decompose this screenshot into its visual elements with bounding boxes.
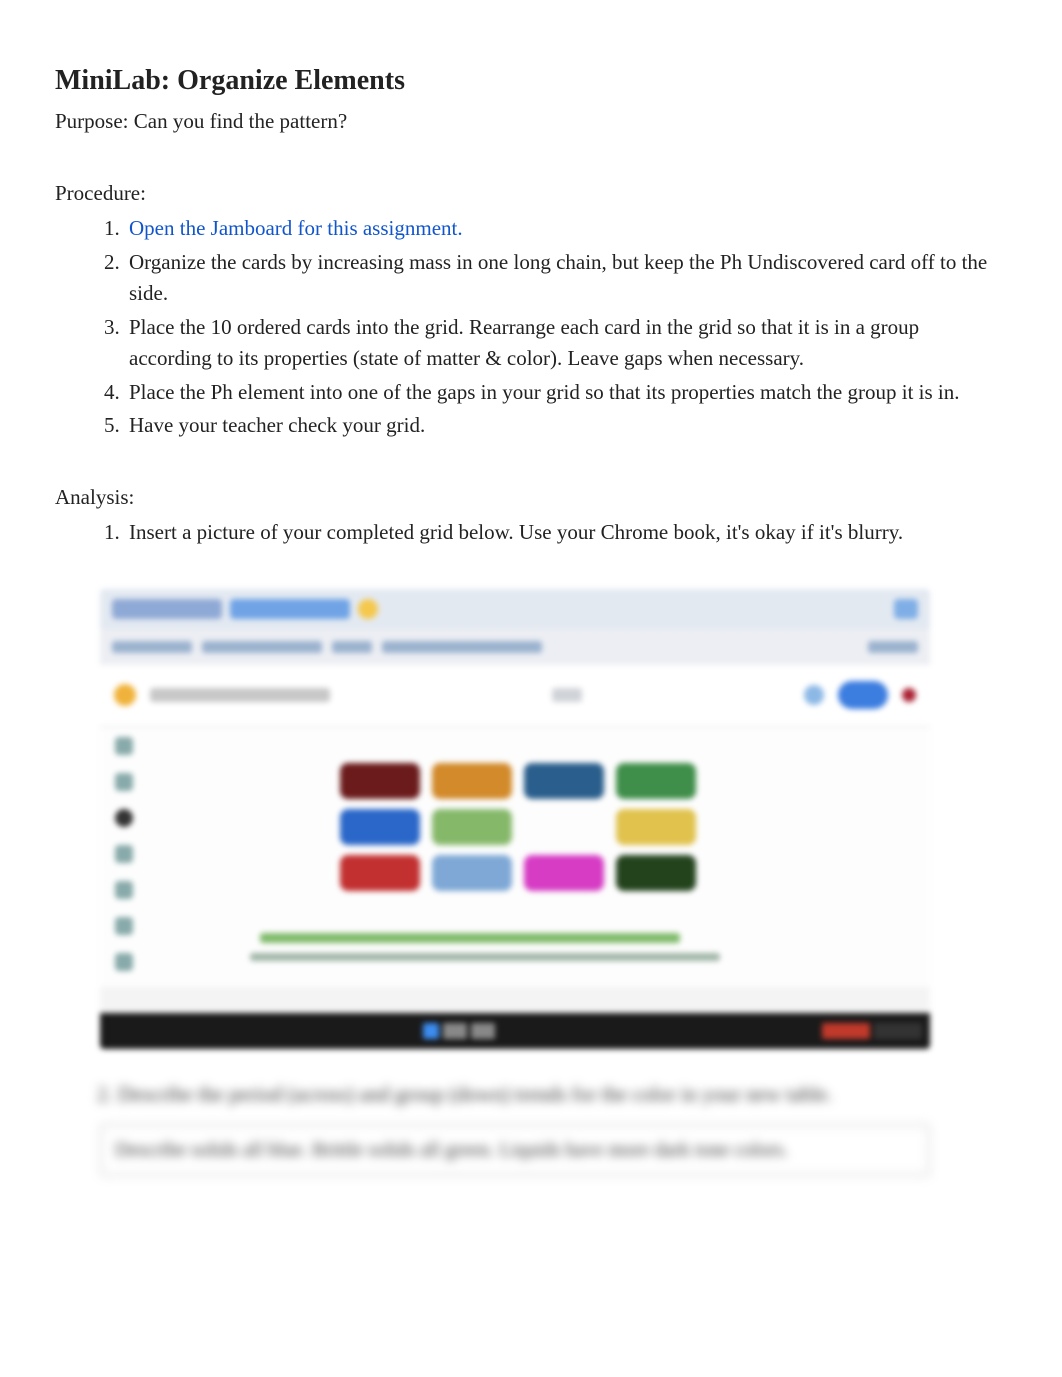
tool-icon xyxy=(115,845,133,863)
tool-sidebar xyxy=(110,737,138,971)
inserted-screenshot xyxy=(100,589,930,1049)
taskbar-item xyxy=(443,1023,467,1039)
browser-tab xyxy=(112,599,222,619)
browser-tabs xyxy=(100,589,930,629)
taskbar-item xyxy=(423,1023,439,1039)
analysis-label: Analysis: xyxy=(55,482,1007,514)
taskbar-item xyxy=(822,1023,870,1039)
procedure-list: Open the Jamboard for this assignment. O… xyxy=(55,213,1007,442)
lightbulb-icon xyxy=(358,599,378,619)
element-card xyxy=(340,763,420,799)
element-card xyxy=(616,763,696,799)
tool-icon xyxy=(115,917,133,935)
frame-nav xyxy=(552,688,582,702)
element-card-grid xyxy=(340,763,696,891)
element-card-gap xyxy=(524,809,604,845)
page-title: MiniLab: Organize Elements xyxy=(55,60,1007,102)
camera-icon xyxy=(894,599,918,619)
procedure-item: Open the Jamboard for this assignment. xyxy=(125,213,1007,245)
purpose-line: Purpose: Can you find the pattern? xyxy=(55,106,1007,138)
user-avatar-icon xyxy=(804,685,824,705)
tool-icon xyxy=(115,773,133,791)
browser-urlbar xyxy=(100,629,930,665)
element-card xyxy=(616,809,696,845)
tool-icon xyxy=(115,881,133,899)
tool-icon xyxy=(115,953,133,971)
taskbar-item xyxy=(471,1023,495,1039)
annotation-line xyxy=(260,933,680,943)
answer-box-blurred: Describe solids all blue. Brittle solids… xyxy=(100,1124,930,1176)
element-card xyxy=(340,855,420,891)
jamboard-link[interactable]: Open the Jamboard for this assignment. xyxy=(129,216,463,240)
url-segment xyxy=(112,641,192,653)
element-card xyxy=(432,855,512,891)
analysis-item: Insert a picture of your completed grid … xyxy=(125,517,1007,549)
element-card xyxy=(432,763,512,799)
element-card xyxy=(524,855,604,891)
element-card xyxy=(432,809,512,845)
tool-icon xyxy=(115,809,133,827)
url-segment xyxy=(202,641,322,653)
element-card xyxy=(616,855,696,891)
element-card xyxy=(340,809,420,845)
analysis-list: Insert a picture of your completed grid … xyxy=(55,517,1007,549)
url-segment xyxy=(868,641,918,653)
element-card xyxy=(524,763,604,799)
jamboard-canvas xyxy=(100,727,930,987)
share-button xyxy=(838,681,888,709)
jamboard-icon xyxy=(114,684,136,706)
annotation-line xyxy=(250,953,720,961)
taskbar-item xyxy=(874,1023,922,1039)
procedure-label: Procedure: xyxy=(55,178,1007,210)
tool-icon xyxy=(115,737,133,755)
procedure-item: Place the 10 ordered cards into the grid… xyxy=(125,312,1007,375)
jamboard-toolbar xyxy=(100,665,930,727)
taskbar xyxy=(100,1013,930,1049)
jamboard-title xyxy=(150,688,330,702)
url-segment xyxy=(382,641,542,653)
procedure-item: Have your teacher check your grid. xyxy=(125,410,1007,442)
url-segment xyxy=(332,641,372,653)
analysis-question-blurred: 2. Describe the period (across) and grou… xyxy=(55,1079,1007,1111)
browser-tab xyxy=(230,599,350,619)
procedure-item: Organize the cards by increasing mass in… xyxy=(125,247,1007,310)
menu-icon xyxy=(902,688,916,702)
procedure-item: Place the Ph element into one of the gap… xyxy=(125,377,1007,409)
